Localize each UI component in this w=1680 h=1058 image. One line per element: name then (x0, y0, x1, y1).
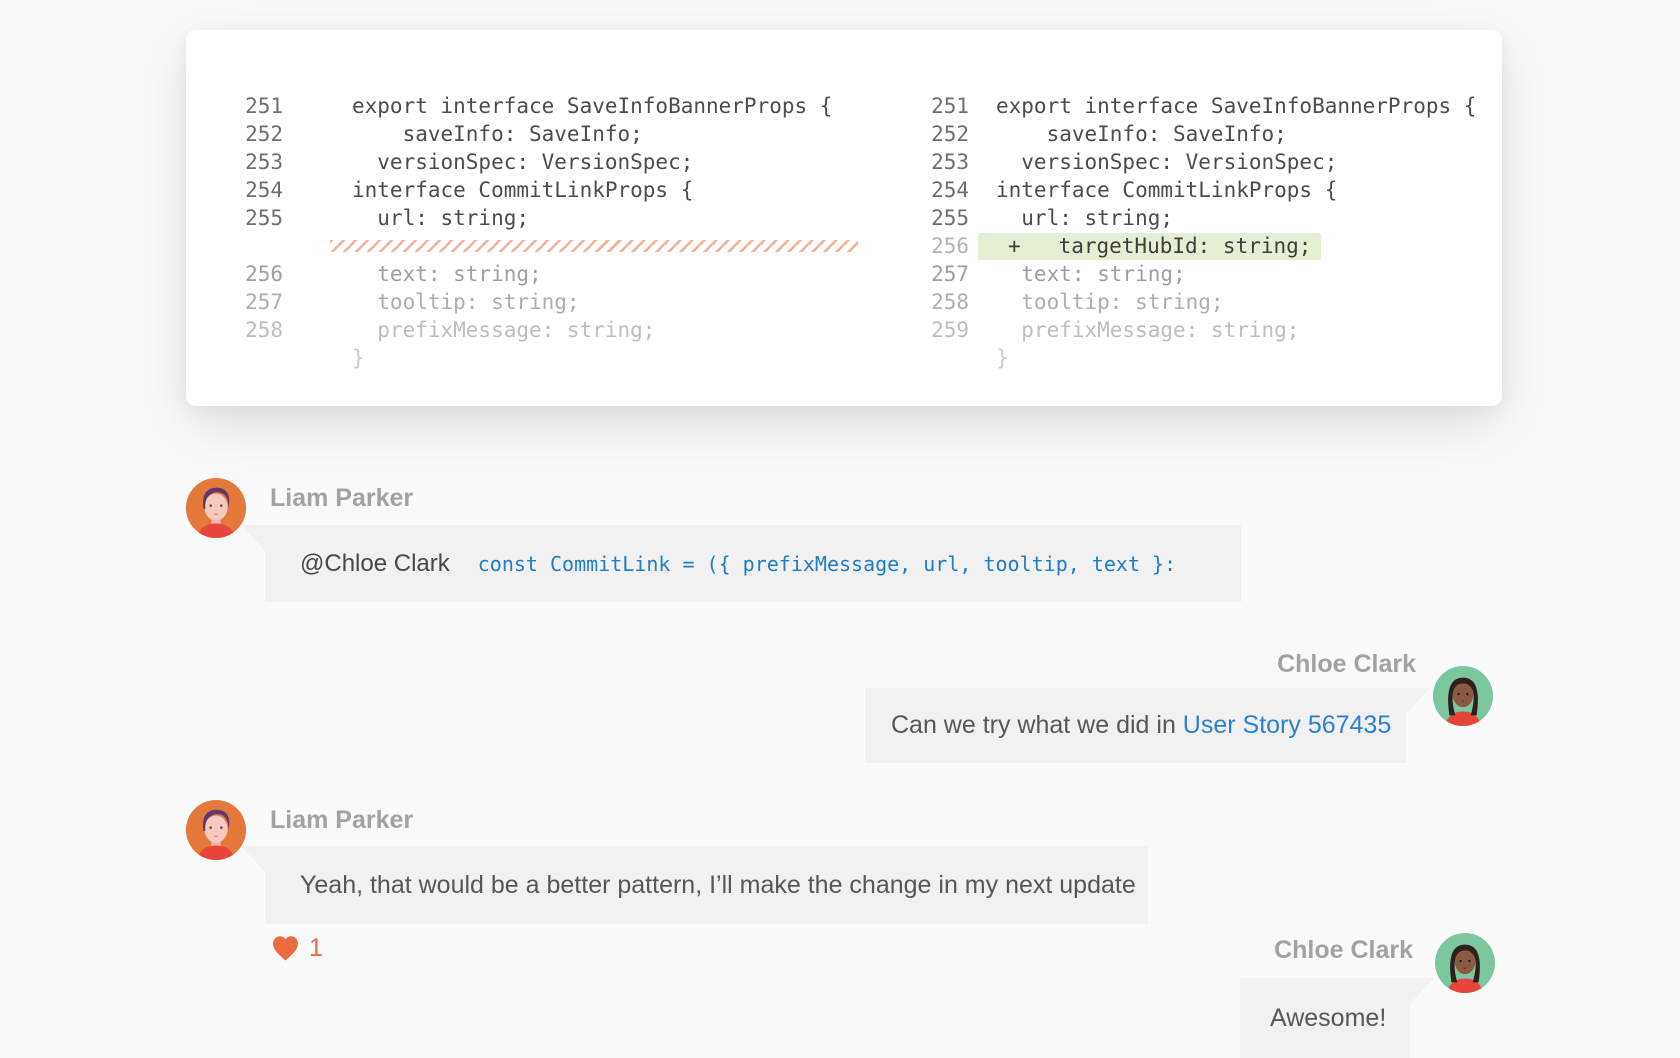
line-number: 252 (921, 122, 969, 146)
diff-line: 259 prefixMessage: string; (921, 316, 1476, 344)
avatar-chloe[interactable] (1432, 665, 1494, 727)
bubble-tail (1410, 978, 1434, 1004)
diff-panel-modified: 251 export interface SaveInfoBannerProps… (921, 92, 1476, 372)
message-text: Yeah, that would be a better pattern, I’… (300, 871, 1136, 900)
diff-line: } (235, 344, 858, 372)
code-text: export interface SaveInfoBannerProps { (996, 94, 1476, 118)
line-number: 255 (235, 206, 283, 230)
message-bubble: Can we try what we did in User Story 567… (865, 688, 1406, 763)
code-text: } (996, 346, 1009, 370)
diff-line: 257 text: string; (921, 260, 1476, 288)
code-text: saveInfo: SaveInfo; (996, 122, 1287, 146)
heart-icon (271, 935, 300, 962)
mention-chloe[interactable]: @Chloe Clark (300, 550, 450, 578)
diff-line: 251 export interface SaveInfoBannerProps… (921, 92, 1476, 120)
line-number: 256 (921, 234, 969, 258)
line-number: 258 (921, 290, 969, 314)
liam-avatar-illustration (185, 799, 247, 861)
code-text: url: string; (996, 206, 1173, 230)
added-code-text: + targetHubId: string; (978, 233, 1321, 260)
line-number: 258 (235, 318, 283, 342)
code-text: versionSpec: VersionSpec; (352, 150, 693, 174)
line-number: 253 (235, 150, 283, 174)
code-text: saveInfo: SaveInfo; (352, 122, 643, 146)
line-number: 251 (235, 94, 283, 118)
line-number: 253 (921, 150, 969, 174)
bubble-tail (241, 525, 265, 551)
message-author: Liam Parker (270, 806, 413, 835)
changed-region-hatch (330, 240, 858, 252)
heart-reaction[interactable]: 1 (271, 934, 323, 963)
diff-line: 252 saveInfo: SaveInfo; (921, 120, 1476, 148)
diff-panel-original: 251 export interface SaveInfoBannerProps… (235, 92, 858, 372)
diff-line-added: 256 + targetHubId: string; (921, 232, 1476, 260)
diff-line: 258 tooltip: string; (921, 288, 1476, 316)
diff-line: 254 interface CommitLinkProps { (235, 176, 858, 204)
line-number: 254 (235, 178, 283, 202)
line-number: 251 (921, 94, 969, 118)
message-text: Can we try what we did in User Story 567… (891, 711, 1391, 740)
diff-line-changed-placeholder (235, 232, 858, 260)
code-text: text: string; (352, 262, 542, 286)
chloe-avatar-illustration (1434, 932, 1496, 994)
message-author: Liam Parker (270, 484, 413, 513)
bubble-tail (1406, 688, 1430, 714)
inline-code-snippet: const CommitLink = ({ prefixMessage, url… (478, 552, 1176, 576)
diff-line: 252 saveInfo: SaveInfo; (235, 120, 858, 148)
diff-line: 253 versionSpec: VersionSpec; (235, 148, 858, 176)
line-number: 257 (921, 262, 969, 286)
code-diff-card: 251 export interface SaveInfoBannerProps… (186, 30, 1502, 406)
message-text-plain: Can we try what we did in (891, 711, 1183, 739)
code-text: interface CommitLinkProps { (352, 178, 693, 202)
code-text: export interface SaveInfoBannerProps { (352, 94, 832, 118)
diff-line: 258 prefixMessage: string; (235, 316, 858, 344)
line-number: 254 (921, 178, 969, 202)
message-bubble: Yeah, that would be a better pattern, I’… (265, 846, 1148, 924)
message-bubble: @Chloe Clark const CommitLink = ({ prefi… (265, 525, 1241, 602)
liam-avatar-illustration (185, 477, 247, 539)
line-number: 257 (235, 290, 283, 314)
diff-line: } (921, 344, 1476, 372)
chloe-avatar-illustration (1432, 665, 1494, 727)
reaction-count: 1 (309, 934, 323, 963)
diff-line: 253 versionSpec: VersionSpec; (921, 148, 1476, 176)
code-text: tooltip: string; (352, 290, 580, 314)
diff-line: 251 export interface SaveInfoBannerProps… (235, 92, 858, 120)
code-text: prefixMessage: string; (352, 318, 655, 342)
bubble-tail (241, 846, 265, 872)
code-text: text: string; (996, 262, 1186, 286)
diff-line: 254 interface CommitLinkProps { (921, 176, 1476, 204)
code-text: tooltip: string; (996, 290, 1224, 314)
avatar-chloe[interactable] (1434, 932, 1496, 994)
code-text: interface CommitLinkProps { (996, 178, 1337, 202)
message-bubble: Awesome! (1240, 978, 1410, 1058)
line-number: 259 (921, 318, 969, 342)
avatar-liam[interactable] (185, 799, 247, 861)
line-number: 252 (235, 122, 283, 146)
code-text: url: string; (352, 206, 529, 230)
user-story-link[interactable]: User Story 567435 (1183, 711, 1391, 739)
code-text: versionSpec: VersionSpec; (996, 150, 1337, 174)
line-number: 255 (921, 206, 969, 230)
message-author: Chloe Clark (1274, 936, 1413, 965)
diff-line: 256 text: string; (235, 260, 858, 288)
message-author: Chloe Clark (1277, 650, 1416, 679)
line-number: 256 (235, 262, 283, 286)
code-text: } (352, 346, 365, 370)
diff-line: 255 url: string; (235, 204, 858, 232)
diff-line: 257 tooltip: string; (235, 288, 858, 316)
code-text: prefixMessage: string; (996, 318, 1299, 342)
diff-line: 255 url: string; (921, 204, 1476, 232)
avatar-liam[interactable] (185, 477, 247, 539)
message-text: Awesome! (1270, 1004, 1386, 1033)
